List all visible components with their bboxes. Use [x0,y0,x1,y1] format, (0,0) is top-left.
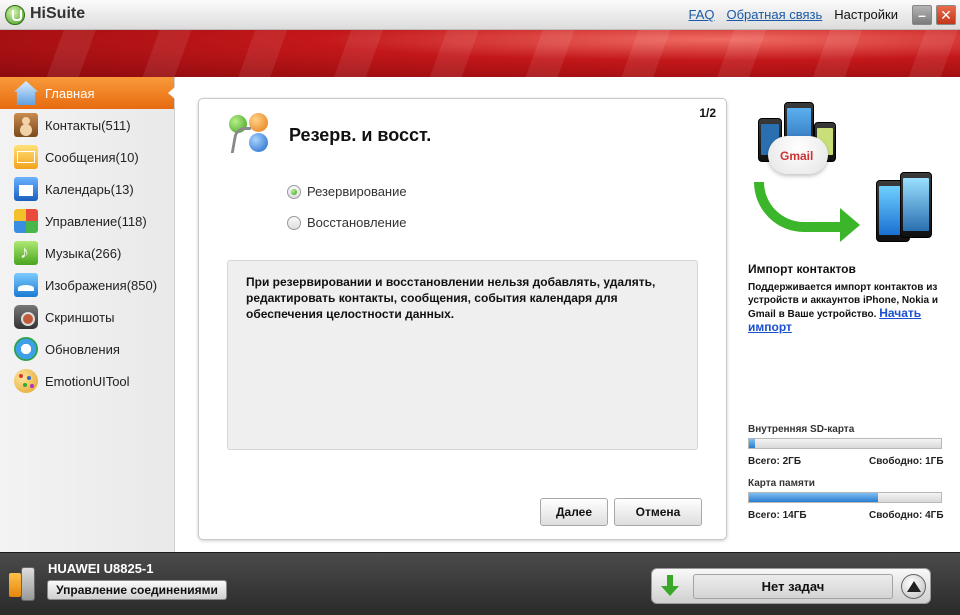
sidebar-item-messages[interactable]: Сообщения(10) [0,141,174,173]
camera-icon [14,305,38,329]
sidebar-item-label: Главная [45,85,95,101]
sidebar-item-label: Скриншоты [45,309,115,325]
wizard-title: Резерв. и восст. [289,125,432,145]
sidebar-item-images[interactable]: Изображения(850) [0,269,174,301]
card-total: Всего: 14ГБ [748,510,807,521]
internal-free: Свободно: 1ГБ [869,456,944,467]
close-button[interactable]: ✕ [936,5,956,25]
title-bar: HiSuite FAQ Обратная связь Настройки – ✕ [0,0,960,30]
contacts-icon [14,113,38,137]
update-icon [14,337,38,361]
status-bar: HUAWEI U8825-1 Управление соединениями Н… [0,552,960,615]
import-description: Поддерживается импорт контактов из устро… [748,282,939,334]
calendar-icon [14,177,38,201]
internal-storage-label: Внутренняя SD-карта [748,424,855,435]
internal-total: Всего: 2ГБ [748,456,802,467]
card-free: Свободно: 4ГБ [869,510,944,521]
feedback-link[interactable]: Обратная связь [726,7,822,22]
sidebar: Главная Контакты(511) Сообщения(10) Кале… [0,77,175,552]
hisuite-logo-icon [5,5,25,25]
faq-link[interactable]: FAQ [688,7,714,22]
sidebar-item-manage[interactable]: Управление(118) [0,205,174,237]
backup-wizard-panel: 1/2 Резерв. и восст. Резервирование Восс… [198,98,727,540]
memory-card-bar [748,492,942,503]
backup-restore-icon [229,113,275,155]
info-message: При резервировании и восстановлении нель… [227,260,698,450]
sidebar-item-label: Управление(118) [45,213,147,229]
minimize-button[interactable]: – [912,5,932,25]
title-links: FAQ Обратная связь Настройки [688,7,898,22]
sidebar-item-screenshots[interactable]: Скриншоты [0,301,174,333]
phone-icon [900,172,932,238]
palette-icon [14,369,38,393]
import-arrow-icon [754,182,844,232]
backup-option[interactable]: Резервирование [287,184,407,199]
messages-icon [14,145,38,169]
device-name: HUAWEI U8825-1 [48,561,154,576]
memory-card-fill [749,493,878,502]
sidebar-item-updates[interactable]: Обновления [0,333,174,365]
memory-card-label: Карта памяти [748,478,815,489]
manage-connections-button[interactable]: Управление соединениями [47,580,227,600]
usb-connection-icon [9,567,37,603]
internal-storage-fill [749,439,755,448]
sidebar-item-calendar[interactable]: Календарь(13) [0,173,174,205]
next-button[interactable]: Далее [540,498,608,526]
sidebar-item-contacts[interactable]: Контакты(511) [0,109,174,141]
task-panel: Нет задач [651,568,931,604]
sidebar-item-label: Изображения(850) [45,277,158,293]
backup-radio[interactable] [287,184,301,199]
gmail-logo: Gmail [780,149,814,163]
sidebar-item-label: Обновления [45,341,120,357]
apps-icon [14,209,38,233]
restore-option-label: Восстановление [307,215,407,230]
arrow-head-icon [840,208,860,242]
import-title: Импорт контактов [748,262,856,276]
sidebar-item-label: Контакты(511) [45,117,131,133]
minimize-icon: – [918,7,926,23]
images-icon [14,273,38,297]
download-arrow-icon [660,575,680,599]
sidebar-item-label: EmotionUITool [45,373,130,389]
close-icon: ✕ [940,7,952,23]
expand-tasks-button[interactable] [901,574,926,599]
sidebar-item-music[interactable]: Музыка(266) [0,237,174,269]
app-title: HiSuite [30,5,86,22]
music-icon [14,241,38,265]
restore-radio[interactable] [287,215,301,230]
sidebar-item-home[interactable]: Главная [0,77,175,109]
sidebar-item-emotionuitool[interactable]: EmotionUITool [0,365,174,397]
internal-storage-bar [748,438,942,449]
sidebar-item-label: Музыка(266) [45,245,122,261]
import-illustration: Gmail [748,82,948,252]
settings-menu[interactable]: Настройки [834,7,898,22]
restore-option[interactable]: Восстановление [287,215,406,230]
header-banner [0,30,960,77]
cancel-button[interactable]: Отмена [614,498,702,526]
backup-option-label: Резервирование [307,184,407,199]
task-status[interactable]: Нет задач [693,574,893,599]
page-indicator: 1/2 [699,106,716,120]
home-icon [14,81,38,105]
sidebar-item-label: Сообщения(10) [45,149,139,165]
sidebar-item-label: Календарь(13) [45,181,134,197]
